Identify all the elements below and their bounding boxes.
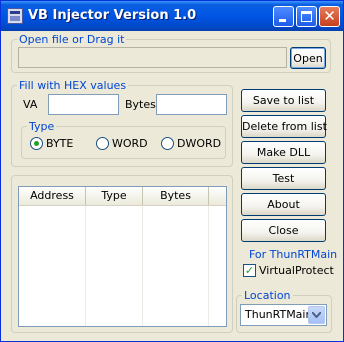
va-label: VA bbox=[23, 98, 38, 111]
thunrt-label: For ThunRTMain bbox=[249, 248, 338, 261]
grid-column-line bbox=[208, 206, 209, 326]
delete-from-list-button[interactable]: Delete from list bbox=[241, 115, 327, 138]
close-icon: ✕ bbox=[323, 7, 336, 25]
column-header-type[interactable]: Type bbox=[86, 187, 143, 205]
bytes-label: Bytes bbox=[125, 98, 156, 111]
grid-column-line bbox=[142, 206, 143, 326]
entries-list[interactable]: Address Type Bytes bbox=[18, 186, 227, 327]
location-select[interactable]: ThunRTMain bbox=[240, 304, 327, 326]
virtualprotect-label[interactable]: VirtualProtect bbox=[259, 264, 334, 277]
about-button[interactable]: About bbox=[241, 193, 326, 216]
radio-dword[interactable] bbox=[161, 137, 174, 150]
test-button[interactable]: Test bbox=[241, 167, 326, 190]
hex-values-group-label: Fill with HEX values bbox=[17, 79, 129, 92]
app-icon bbox=[7, 8, 23, 24]
column-header-bytes[interactable]: Bytes bbox=[143, 187, 209, 205]
radio-byte[interactable] bbox=[30, 137, 43, 150]
minimize-icon bbox=[279, 19, 286, 22]
close-window-button[interactable]: ✕ bbox=[319, 6, 340, 27]
type-group-label: Type bbox=[27, 120, 57, 133]
radio-word-label[interactable]: WORD bbox=[112, 137, 148, 150]
chevron-down-icon[interactable] bbox=[308, 306, 325, 324]
radio-dword-label[interactable]: DWORD bbox=[177, 137, 221, 150]
location-selected-value: ThunRTMain bbox=[245, 308, 313, 321]
bytes-input[interactable] bbox=[156, 94, 227, 115]
location-group-label: Location bbox=[242, 289, 293, 302]
save-to-list-button[interactable]: Save to list bbox=[241, 89, 326, 112]
grid-column-line bbox=[85, 206, 86, 326]
maximize-icon bbox=[301, 11, 312, 22]
maximize-button[interactable] bbox=[296, 6, 317, 27]
column-header-address[interactable]: Address bbox=[19, 187, 86, 205]
radio-word[interactable] bbox=[96, 137, 109, 150]
main-window: VB Injector Version 1.0 ✕ Open file or D… bbox=[0, 0, 344, 342]
make-dll-button[interactable]: Make DLL bbox=[241, 141, 326, 164]
open-file-group-label: Open file or Drag it bbox=[17, 33, 127, 46]
window-title: VB Injector Version 1.0 bbox=[28, 8, 197, 23]
close-button[interactable]: Close bbox=[241, 219, 326, 242]
minimize-button[interactable] bbox=[273, 6, 294, 27]
list-header: Address Type Bytes bbox=[19, 187, 226, 206]
virtualprotect-checkbox[interactable]: ✓ bbox=[243, 264, 256, 277]
radio-byte-label[interactable]: BYTE bbox=[46, 137, 73, 150]
va-input[interactable] bbox=[48, 94, 119, 115]
file-path-field[interactable] bbox=[18, 47, 287, 68]
title-bar[interactable]: VB Injector Version 1.0 ✕ bbox=[1, 1, 343, 31]
open-button[interactable]: Open bbox=[290, 47, 326, 69]
